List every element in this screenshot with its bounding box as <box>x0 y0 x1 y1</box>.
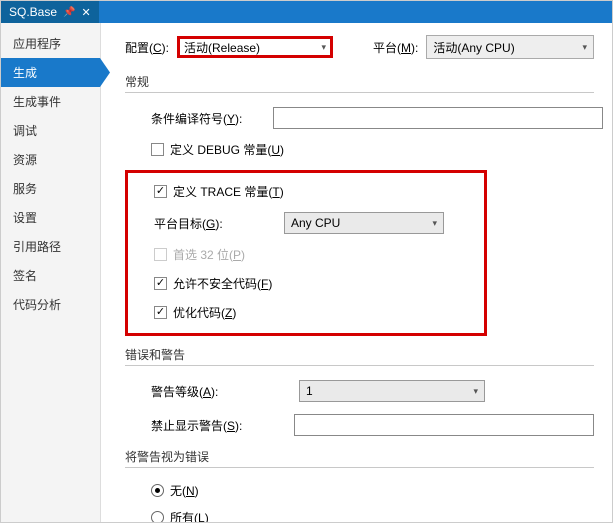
treat-none-label: 无(N) <box>170 482 199 499</box>
content-panel: 配置(C): 活动(Release) ▾ 平台(M): 活动(Any CPU) … <box>101 23 612 522</box>
warn-level-value: 1 <box>306 384 313 398</box>
config-label: 配置(C): <box>125 39 169 56</box>
sidebar-item-services[interactable]: 服务 <box>1 174 100 203</box>
section-treat: 将警告视为错误 <box>125 448 594 468</box>
sidebar-item-build[interactable]: 生成 <box>1 58 110 87</box>
section-errwarn: 错误和警告 <box>125 346 594 366</box>
sidebar: 应用程序 生成 生成事件 调试 资源 服务 设置 引用路径 签名 代码分析 <box>1 23 101 522</box>
sidebar-item-refpaths[interactable]: 引用路径 <box>1 232 100 261</box>
warn-level-dropdown[interactable]: 1 ▾ <box>299 380 485 402</box>
close-icon[interactable]: ✕ <box>81 6 90 19</box>
platform-dropdown[interactable]: 活动(Any CPU) ▾ <box>426 35 594 59</box>
optimize-checkbox[interactable] <box>154 306 167 319</box>
sidebar-item-build-events[interactable]: 生成事件 <box>1 87 100 116</box>
optimize-label: 优化代码(Z) <box>173 304 236 321</box>
suppress-warn-label: 禁止显示警告(S): <box>151 417 263 434</box>
chevron-down-icon: ▾ <box>321 42 326 53</box>
unsafe-label: 允许不安全代码(F) <box>173 275 272 292</box>
trace-checkbox[interactable] <box>154 185 167 198</box>
config-value: 活动(Release) <box>184 39 260 56</box>
sidebar-item-signing[interactable]: 签名 <box>1 261 100 290</box>
section-general: 常规 <box>125 73 594 93</box>
debug-label: 定义 DEBUG 常量(U) <box>170 141 284 158</box>
sidebar-item-app[interactable]: 应用程序 <box>1 29 100 58</box>
warn-level-label: 警告等级(A): <box>151 383 263 400</box>
sidebar-item-debug[interactable]: 调试 <box>1 116 100 145</box>
platform-target-label: 平台目标(G): <box>154 215 274 232</box>
platform-value: 活动(Any CPU) <box>433 39 514 56</box>
cond-symbols-input[interactable] <box>273 107 603 129</box>
debug-checkbox[interactable] <box>151 143 164 156</box>
sidebar-item-settings[interactable]: 设置 <box>1 203 100 232</box>
tab-bar: SQ.Base 📌 ✕ <box>1 1 612 23</box>
trace-label: 定义 TRACE 常量(T) <box>173 183 284 200</box>
platform-target-value: Any CPU <box>291 216 340 230</box>
cond-symbols-label: 条件编译符号(Y): <box>151 110 263 127</box>
platform-target-dropdown[interactable]: Any CPU ▾ <box>284 212 444 234</box>
tab-sqbase[interactable]: SQ.Base 📌 ✕ <box>1 1 99 23</box>
unsafe-checkbox[interactable] <box>154 277 167 290</box>
chevron-down-icon: ▾ <box>432 218 437 229</box>
treat-all-radio[interactable] <box>151 511 164 522</box>
prefer32-label: 首选 32 位(P) <box>173 246 245 263</box>
chevron-down-icon: ▾ <box>582 42 587 53</box>
suppress-warn-input[interactable] <box>294 414 594 436</box>
tab-title: SQ.Base <box>9 5 57 19</box>
platform-label: 平台(M): <box>373 39 418 56</box>
highlighted-region: 定义 TRACE 常量(T) 平台目标(G): Any CPU ▾ 首选 32 … <box>125 170 487 336</box>
config-dropdown[interactable]: 活动(Release) ▾ <box>177 36 333 58</box>
prefer32-checkbox <box>154 248 167 261</box>
sidebar-item-resources[interactable]: 资源 <box>1 145 100 174</box>
treat-all-label: 所有(L) <box>170 509 209 522</box>
chevron-down-icon: ▾ <box>473 386 478 397</box>
sidebar-item-codeanalysis[interactable]: 代码分析 <box>1 290 100 319</box>
treat-none-radio[interactable] <box>151 484 164 497</box>
pin-icon[interactable]: 📌 <box>63 7 75 18</box>
